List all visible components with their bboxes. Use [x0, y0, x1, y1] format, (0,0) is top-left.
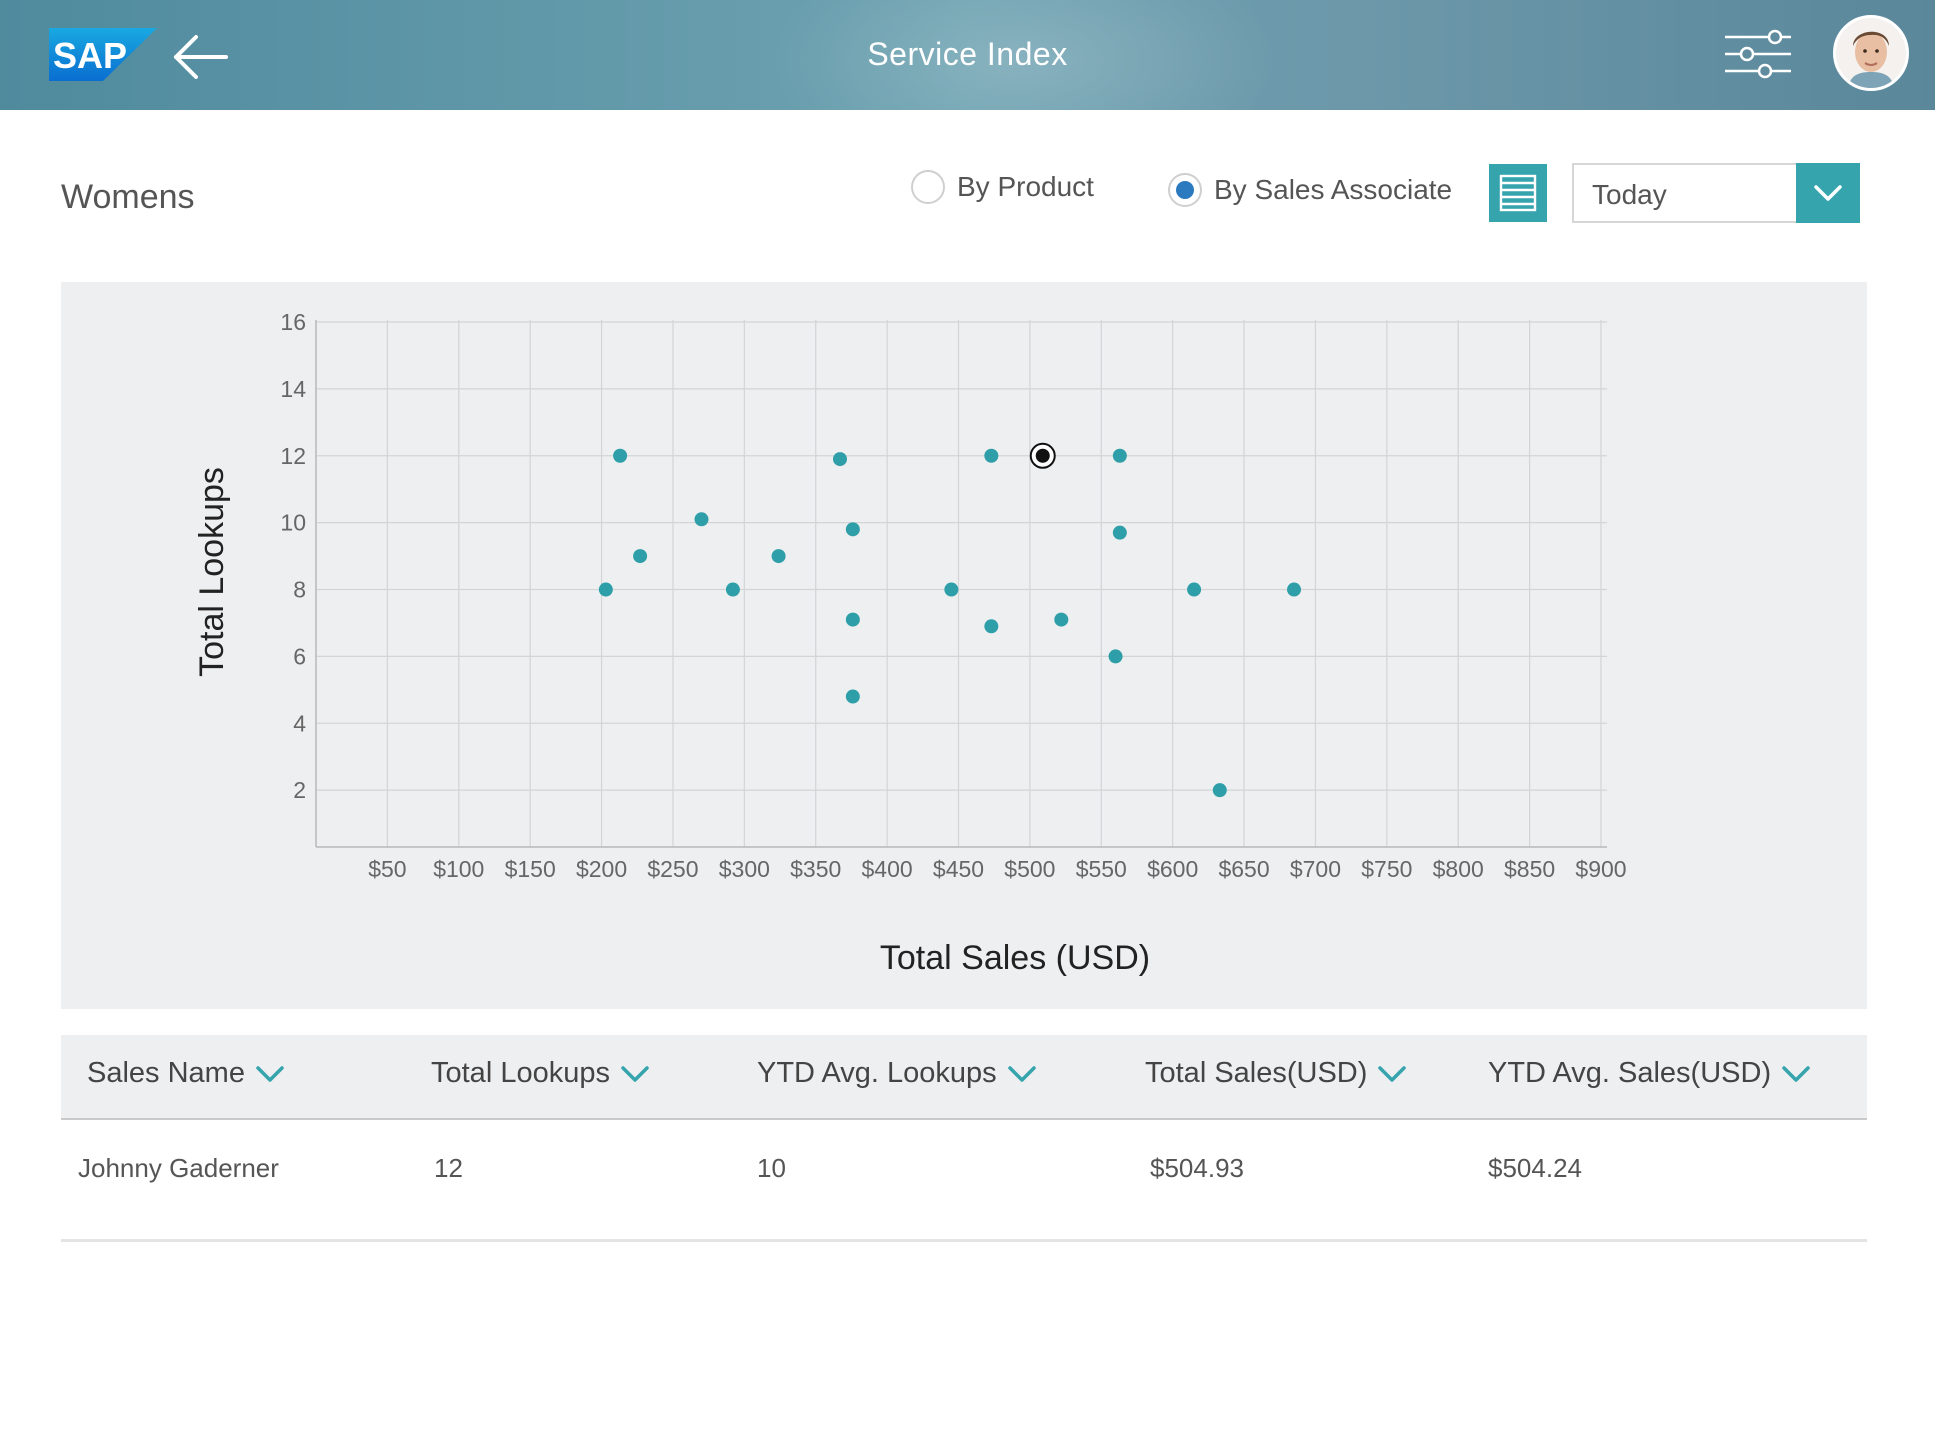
- column-header-label: Total Sales(USD): [1145, 1057, 1368, 1089]
- data-point[interactable]: [725, 582, 740, 597]
- section-title: Womens: [61, 178, 195, 216]
- data-point[interactable]: [1212, 783, 1227, 798]
- data-point[interactable]: [984, 619, 999, 634]
- column-header-sales-name[interactable]: Sales Name: [87, 1057, 285, 1090]
- data-point[interactable]: [845, 689, 860, 704]
- radio-by-sales-associate[interactable]: By Sales Associate: [1168, 173, 1452, 207]
- period-select-value: Today: [1592, 179, 1667, 210]
- x-tick-label: $150: [505, 856, 556, 882]
- list-view-icon: [1499, 174, 1537, 212]
- data-point[interactable]: [771, 549, 786, 564]
- data-point[interactable]: [944, 582, 959, 597]
- x-tick-label: $700: [1290, 856, 1341, 882]
- chevron-down-icon: [621, 1065, 649, 1082]
- radio-by-product[interactable]: By Product: [911, 170, 1094, 204]
- x-tick-label: $400: [862, 856, 913, 882]
- radio-label: By Sales Associate: [1214, 174, 1453, 205]
- radio-circle[interactable]: [911, 170, 945, 204]
- data-point[interactable]: [613, 448, 628, 463]
- x-tick-label: $200: [576, 856, 627, 882]
- column-header-ytd-avg-lookups[interactable]: YTD Avg. Lookups: [757, 1057, 1037, 1090]
- x-tick-label: $250: [647, 856, 698, 882]
- y-tick-label: 12: [280, 443, 306, 469]
- chart-grid: [316, 320, 1607, 847]
- x-tick-label: $450: [933, 856, 984, 882]
- x-tick-label: $100: [433, 856, 484, 882]
- column-header-label: YTD Avg. Lookups: [757, 1057, 997, 1089]
- y-tick-label: 16: [280, 309, 306, 335]
- sliders-icon: [1725, 29, 1791, 79]
- column-header-label: Sales Name: [87, 1057, 245, 1089]
- x-tick-label: $500: [1004, 856, 1055, 882]
- cell-ytd-avg-lookups: 10: [757, 1153, 786, 1183]
- x-tick-label: $300: [719, 856, 770, 882]
- cell-total-sales: $504.93: [1150, 1153, 1244, 1183]
- chevron-down-icon: [1378, 1065, 1407, 1082]
- data-point[interactable]: [832, 452, 847, 467]
- y-tick-label: 4: [293, 710, 306, 736]
- x-tick-label: $50: [368, 856, 406, 882]
- y-axis-ticks: 2 4 6 8 10 12 14 16: [280, 309, 306, 803]
- x-tick-label: $800: [1433, 856, 1484, 882]
- data-point[interactable]: [1112, 525, 1127, 540]
- y-tick-label: 6: [293, 643, 306, 669]
- column-header-ytd-avg-sales[interactable]: YTD Avg. Sales(USD): [1488, 1057, 1811, 1090]
- column-header-label: Total Lookups: [431, 1057, 610, 1089]
- chevron-down-icon: [1007, 1065, 1036, 1082]
- table-row[interactable]: Johnny Gaderner 12 10 $504.93 $504.24: [61, 1120, 1867, 1242]
- data-point[interactable]: [984, 448, 999, 463]
- page-title: Service Index: [867, 36, 1068, 72]
- x-tick-label: $750: [1361, 856, 1412, 882]
- data-point[interactable]: [1112, 448, 1127, 463]
- table-header-row: Sales Name Total Lookups YTD Avg. Lookup…: [61, 1035, 1867, 1120]
- radio-selected-dot: [1176, 181, 1194, 199]
- list-view-button[interactable]: [1489, 164, 1547, 222]
- radio-label: By Product: [957, 171, 1094, 202]
- column-header-total-sales[interactable]: Total Sales(USD): [1145, 1057, 1407, 1090]
- x-tick-label: $900: [1575, 856, 1626, 882]
- y-tick-label: 8: [293, 577, 306, 603]
- data-point[interactable]: [845, 612, 860, 627]
- app-header: SAP Service Index: [0, 0, 1935, 110]
- x-tick-label: $650: [1218, 856, 1269, 882]
- chevron-down-icon: [1782, 1065, 1810, 1082]
- chart-points: [598, 442, 1302, 798]
- chevron-down-icon: [1814, 185, 1842, 201]
- period-select-toggle[interactable]: [1796, 163, 1860, 223]
- y-tick-label: 14: [280, 376, 306, 402]
- sales-table: Sales Name Total Lookups YTD Avg. Lookup…: [61, 1035, 1867, 1242]
- cell-total-lookups: 12: [434, 1153, 463, 1183]
- radio-circle-selected[interactable]: [1168, 173, 1202, 207]
- cell-sales-name: Johnny Gaderner: [78, 1153, 279, 1183]
- y-axis-label: Total Lookups: [193, 467, 231, 677]
- settings-button[interactable]: [1723, 27, 1793, 81]
- chevron-down-icon: [256, 1065, 284, 1082]
- user-avatar[interactable]: [1833, 15, 1909, 91]
- x-axis-ticks: $50 $100 $150 $200 $250 $300 $350 $400 $450 $500 $…: [368, 856, 1626, 882]
- x-tick-label: $600: [1147, 856, 1198, 882]
- data-point[interactable]: [1287, 582, 1302, 597]
- y-tick-label: 10: [280, 510, 306, 536]
- period-select[interactable]: Today: [1572, 163, 1860, 223]
- scatter-chart: $50 $100 $150 $200 $250 $300 $350 $400 $450 $500 $…: [193, 309, 1627, 977]
- x-tick-label: $550: [1076, 856, 1127, 882]
- y-tick-label: 2: [293, 777, 306, 803]
- column-header-total-lookups[interactable]: Total Lookups: [431, 1057, 650, 1090]
- data-point[interactable]: [598, 582, 613, 597]
- data-point[interactable]: [845, 522, 860, 537]
- x-tick-label: $350: [790, 856, 841, 882]
- data-point[interactable]: [1108, 649, 1123, 664]
- data-point-selected[interactable]: [1029, 442, 1056, 469]
- cell-ytd-avg-sales: $504.24: [1488, 1153, 1582, 1183]
- data-point[interactable]: [694, 512, 709, 527]
- user-avatar-image: [1836, 18, 1906, 88]
- column-header-label: YTD Avg. Sales(USD): [1488, 1057, 1772, 1089]
- scatter-chart-panel: $50 $100 $150 $200 $250 $300 $350 $400 $450 $500 $…: [61, 282, 1867, 1009]
- data-point[interactable]: [1187, 582, 1202, 597]
- data-point[interactable]: [633, 549, 648, 564]
- chart-axes: [315, 320, 1607, 848]
- x-axis-label: Total Sales (USD): [880, 939, 1150, 977]
- x-tick-label: $850: [1504, 856, 1555, 882]
- data-point[interactable]: [1054, 612, 1069, 627]
